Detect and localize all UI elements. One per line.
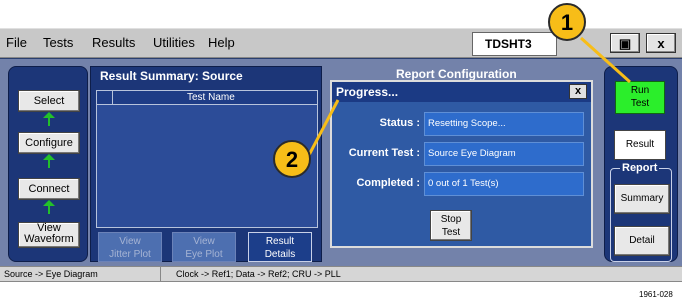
- callout-2-leader: [307, 99, 340, 156]
- callout-lines: [307, 36, 632, 156]
- callout-1-leader: [579, 36, 632, 84]
- callout-2: 2: [273, 140, 311, 178]
- callout-1: 1: [548, 3, 586, 41]
